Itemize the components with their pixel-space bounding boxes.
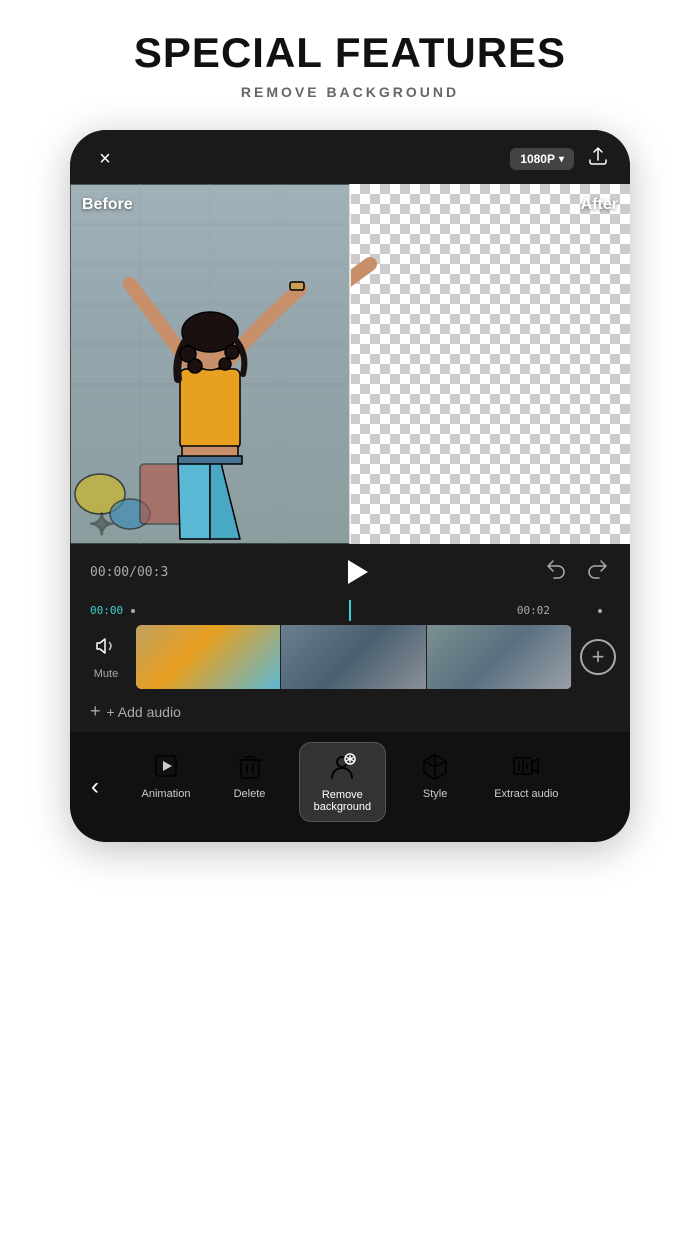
add-clip-button[interactable]: + bbox=[580, 639, 616, 675]
after-side: After bbox=[350, 184, 630, 544]
toolbar-back-button[interactable]: ‹ bbox=[70, 732, 120, 842]
chevron-left-icon: ‹ bbox=[91, 773, 99, 801]
export-button[interactable] bbox=[586, 144, 610, 174]
bottom-toolbar: ‹ Animation bbox=[70, 732, 630, 842]
animation-icon bbox=[150, 750, 182, 782]
topbar-right: 1080P ▾ bbox=[510, 144, 610, 174]
timeline-track: Mute + bbox=[70, 621, 630, 693]
toolbar-item-extract-audio[interactable]: Extract audio bbox=[484, 742, 568, 808]
mute-button[interactable]: Mute bbox=[84, 634, 128, 680]
delete-label: Delete bbox=[234, 788, 266, 800]
toolbar-items: Animation Delete bbox=[70, 742, 630, 822]
timecode: 00:00/00:3 bbox=[90, 565, 168, 580]
phone-topbar: × 1080P ▾ bbox=[70, 130, 630, 184]
remove-bg-icon bbox=[326, 751, 358, 783]
timeline-start-mark: 00:00 bbox=[90, 604, 123, 617]
playback-right-controls bbox=[544, 557, 610, 587]
remove-bg-label: Removebackground bbox=[314, 789, 372, 813]
extract-audio-icon bbox=[510, 750, 542, 782]
style-icon bbox=[419, 750, 451, 782]
playback-controls: 00:00/00:3 bbox=[70, 544, 630, 600]
add-audio-button[interactable]: + + Add audio bbox=[90, 701, 181, 722]
play-icon bbox=[348, 560, 368, 584]
add-audio-label: + Add audio bbox=[107, 704, 181, 720]
track-thumb-1 bbox=[136, 625, 281, 689]
timeline-ruler: 00:00 00:02 bbox=[70, 600, 630, 621]
toolbar-item-animation[interactable]: Animation bbox=[132, 742, 201, 808]
track-strip[interactable] bbox=[136, 625, 572, 689]
track-thumb-2 bbox=[281, 625, 426, 689]
page-title: SPECIAL FEATURES bbox=[20, 30, 680, 76]
phone-mockup: × 1080P ▾ bbox=[70, 130, 630, 842]
speaker-icon bbox=[94, 634, 118, 664]
page-header: SPECIAL FEATURES REMOVE BACKGROUND bbox=[0, 0, 700, 120]
after-label: After bbox=[581, 196, 618, 214]
track-thumb-inner-1 bbox=[136, 625, 280, 689]
playhead-line bbox=[349, 600, 351, 621]
play-button[interactable] bbox=[338, 554, 374, 590]
ruler-dot-1 bbox=[131, 609, 135, 613]
track-thumb-3 bbox=[427, 625, 572, 689]
extract-audio-label: Extract audio bbox=[494, 788, 558, 800]
split-divider bbox=[349, 184, 351, 544]
style-label: Style bbox=[423, 788, 447, 800]
toolbar-item-delete[interactable]: Delete bbox=[224, 742, 276, 808]
close-button[interactable]: × bbox=[90, 144, 120, 174]
resolution-selector[interactable]: 1080P ▾ bbox=[510, 148, 574, 170]
video-preview: ✦ bbox=[70, 184, 630, 544]
delete-icon bbox=[234, 750, 266, 782]
toolbar-item-remove-bg[interactable]: Removebackground bbox=[299, 742, 387, 822]
add-audio-bar: + + Add audio bbox=[70, 693, 630, 732]
preview-split: ✦ bbox=[70, 184, 630, 544]
redo-button[interactable] bbox=[586, 557, 610, 587]
mute-label: Mute bbox=[94, 668, 118, 680]
page-subtitle: REMOVE BACKGROUND bbox=[20, 84, 680, 100]
timeline-mid-mark: 00:02 bbox=[517, 604, 550, 617]
animation-label: Animation bbox=[142, 788, 191, 800]
ruler-dot-2 bbox=[598, 609, 602, 613]
add-audio-plus-icon: + bbox=[90, 701, 101, 722]
toolbar-item-style[interactable]: Style bbox=[409, 742, 461, 808]
chevron-down-icon: ▾ bbox=[559, 154, 564, 165]
before-side: ✦ bbox=[70, 184, 350, 544]
undo-button[interactable] bbox=[544, 557, 568, 587]
before-label: Before bbox=[82, 196, 133, 214]
